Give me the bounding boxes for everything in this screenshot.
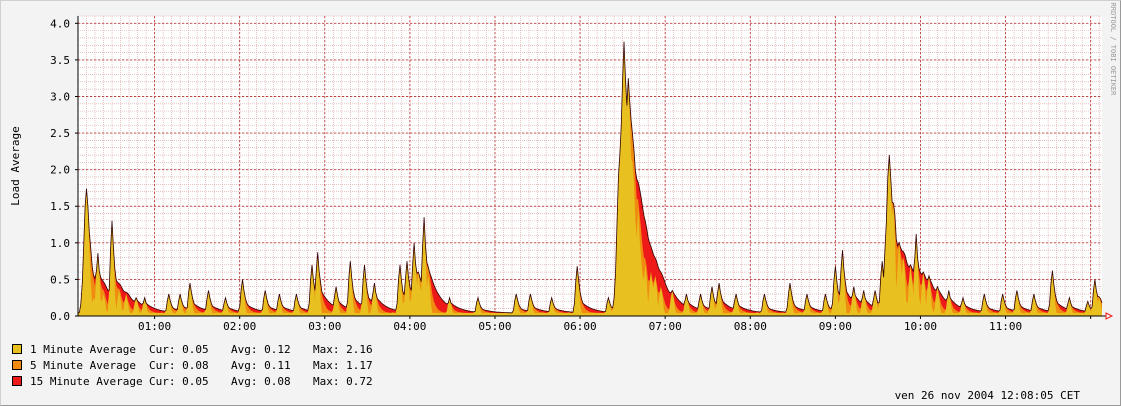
x-tick-label: 09:00 bbox=[819, 320, 852, 333]
x-tick-label: 06:00 bbox=[564, 320, 597, 333]
legend-name-15min: 15 Minute Average bbox=[30, 374, 143, 388]
legend: 1 Minute Average Cur: 0.05 Avg: 0.12 Max… bbox=[12, 341, 373, 389]
legend-avg-15min: Avg: 0.08 bbox=[231, 374, 291, 388]
x-tick-label: 02:00 bbox=[223, 320, 256, 333]
y-tick-label: 0.0 bbox=[50, 310, 70, 323]
legend-cur-1min: Cur: 0.05 bbox=[149, 342, 209, 356]
graph-frame: 0.0 0.5 1.0 1.5 2.0 2.5 3.0 3.5 4.0 01:00 02:00 03… bbox=[0, 0, 1121, 406]
legend-cur-5min: Cur: 0.08 bbox=[149, 358, 209, 372]
legend-swatch-1min bbox=[12, 344, 22, 354]
y-tick-label: 1.5 bbox=[50, 200, 70, 213]
load-average-chart: 0.0 0.5 1.0 1.5 2.0 2.5 3.0 3.5 4.0 01:00 02:00 03… bbox=[9, 3, 1117, 333]
y-axis-label: Load Average bbox=[9, 126, 22, 205]
x-tick-label: 10:00 bbox=[904, 320, 937, 333]
legend-row-5min: 5 Minute Average Cur: 0.08 Avg: 0.11 Max… bbox=[12, 357, 373, 373]
legend-max-5min: Max: 1.17 bbox=[313, 358, 373, 372]
timestamp: ven 26 nov 2004 12:08:05 CET bbox=[894, 389, 1080, 402]
x-tick-label: 05:00 bbox=[478, 320, 511, 333]
legend-cur-15min: Cur: 0.05 bbox=[149, 374, 209, 388]
x-tick-label: 03:00 bbox=[308, 320, 341, 333]
legend-name-1min: 1 Minute Average bbox=[30, 342, 136, 356]
x-tick-label: 01:00 bbox=[138, 320, 171, 333]
x-tick-label: 04:00 bbox=[393, 320, 426, 333]
y-tick-label: 2.5 bbox=[50, 127, 70, 140]
legend-swatch-5min bbox=[12, 360, 22, 370]
x-tick-label: 08:00 bbox=[734, 320, 767, 333]
legend-swatch-15min bbox=[12, 376, 22, 386]
legend-avg-5min: Avg: 0.11 bbox=[231, 358, 291, 372]
y-tick-label: 2.0 bbox=[50, 164, 70, 177]
y-tick-label: 1.0 bbox=[50, 237, 70, 250]
legend-row-15min: 15 Minute Average Cur: 0.05 Avg: 0.08 Ma… bbox=[12, 373, 373, 389]
y-tick-labels: 0.0 0.5 1.0 1.5 2.0 2.5 3.0 3.5 4.0 bbox=[50, 17, 78, 323]
y-tick-label: 4.0 bbox=[50, 17, 70, 30]
plot-background bbox=[78, 16, 1102, 316]
y-tick-label: 0.5 bbox=[50, 273, 70, 286]
legend-row-1min: 1 Minute Average Cur: 0.05 Avg: 0.12 Max… bbox=[12, 341, 373, 357]
x-tick-label: 07:00 bbox=[649, 320, 682, 333]
y-tick-label: 3.0 bbox=[50, 90, 70, 103]
watermark: RRDTOOL / TOBI OETIKER bbox=[1109, 3, 1117, 97]
legend-max-1min: Max: 2.16 bbox=[313, 342, 373, 356]
x-axis-arrow bbox=[1105, 312, 1114, 320]
x-tick-label: 11:00 bbox=[989, 320, 1022, 333]
legend-max-15min: Max: 0.72 bbox=[313, 374, 373, 388]
legend-avg-1min: Avg: 0.12 bbox=[231, 342, 291, 356]
x-tick-labels: 01:00 02:00 03:00 04:00 05:00 06:00 07:00 08:00… bbox=[138, 320, 1022, 333]
legend-name-5min: 5 Minute Average bbox=[30, 358, 136, 372]
y-tick-label: 3.5 bbox=[50, 54, 70, 67]
